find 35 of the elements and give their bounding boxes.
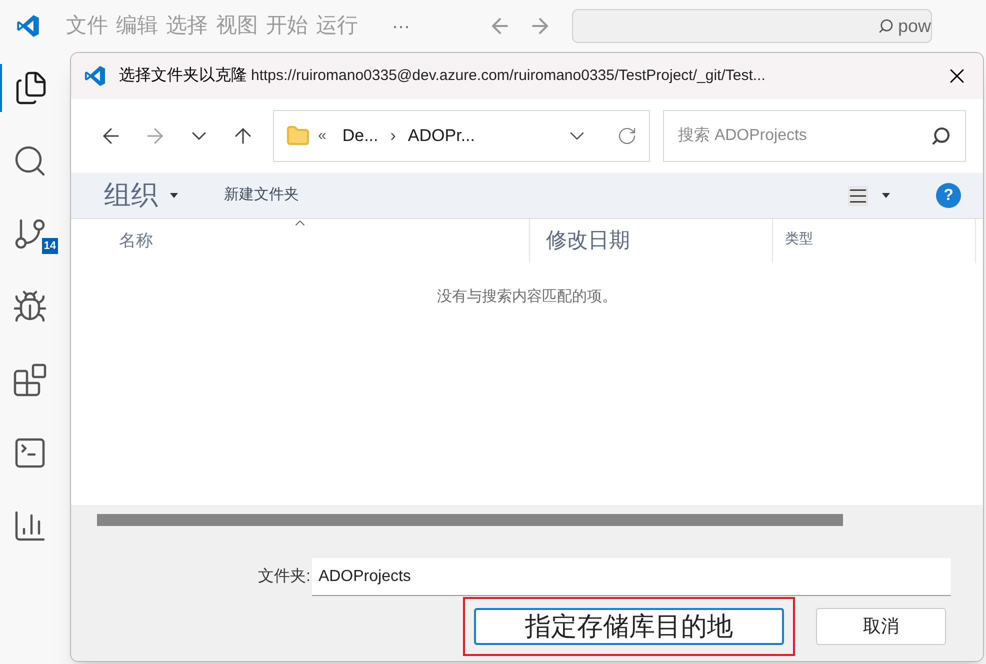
caret-icon[interactable]	[170, 193, 178, 198]
folder-label: 文件夹:	[258, 566, 310, 587]
folder-icon	[286, 124, 310, 148]
address-bar[interactable]: « De... › ADOPr...	[273, 110, 650, 162]
view-list-icon[interactable]	[848, 186, 868, 206]
breadcrumb-item[interactable]: ADOPr...	[408, 123, 475, 149]
search-input[interactable]: 搜索 ADOProjects	[678, 124, 931, 148]
vscode-logo-icon	[15, 13, 41, 39]
repository-url: https://ruiromano0335@dev.azure.com/ruiromano0335/TestProject/_git/Test...	[251, 66, 766, 86]
command-search-field[interactable]: pow	[572, 9, 932, 43]
search-icon	[878, 18, 894, 34]
confirm-button[interactable]: 指定存储库目的地	[474, 608, 784, 645]
new-folder-button[interactable]: 新建文件夹	[224, 184, 299, 207]
dialog-title: 选择文件夹以克隆	[119, 66, 247, 86]
cancel-button[interactable]: 取消	[816, 608, 946, 645]
column-header[interactable]: 修改日期	[529, 219, 772, 263]
overflow-chevron[interactable]: «	[318, 124, 326, 148]
column-header[interactable]: 名称	[71, 219, 529, 263]
badge: 14	[42, 238, 58, 254]
folder-name-field[interactable]: ADOProjects	[312, 558, 952, 596]
breadcrumb-separator: ›	[390, 125, 396, 148]
column-header[interactable]: 类型	[772, 219, 976, 263]
help-button[interactable]: ?	[936, 183, 961, 208]
blocks-icon	[12, 362, 48, 398]
organize-menu[interactable]: 组织	[104, 175, 158, 216]
horizontal-scrollbar[interactable]	[97, 514, 843, 526]
breadcrumb-item[interactable]: De...	[342, 123, 378, 149]
more-menu[interactable]: ···	[392, 12, 410, 40]
vscode-logo-icon	[83, 64, 107, 88]
empty-message: 没有与搜索内容匹配的项。	[437, 287, 617, 307]
search-field[interactable]: 搜索 ADOProjects	[663, 110, 966, 162]
refresh-icon[interactable]	[617, 126, 637, 146]
caret-icon[interactable]	[882, 193, 890, 198]
search-icon	[931, 126, 951, 146]
activity-bar-item[interactable]: 14	[0, 210, 60, 258]
